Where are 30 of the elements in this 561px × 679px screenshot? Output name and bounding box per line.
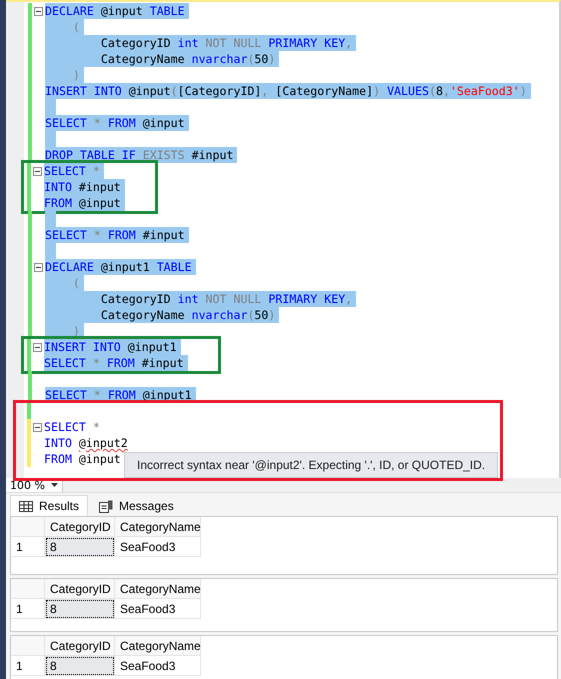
column-header[interactable]: CategoryName <box>115 579 201 599</box>
code-line: SELECT * <box>44 419 101 435</box>
table-cell[interactable]: SeaFood3 <box>115 599 201 619</box>
collapse-icon[interactable] <box>33 422 42 432</box>
column-header[interactable]: CategoryName <box>115 636 201 656</box>
collapse-icon[interactable] <box>33 342 42 352</box>
table-cell[interactable]: SeaFood3 <box>115 656 201 676</box>
code-line: INTO @input2 <box>44 435 129 451</box>
dropdown-arrow-icon <box>50 483 58 487</box>
grid-corner-cell[interactable] <box>11 636 45 656</box>
column-header[interactable]: CategoryName <box>115 517 201 537</box>
grid-corner-cell[interactable] <box>11 517 45 537</box>
column-header[interactable]: CategoryID <box>45 636 115 656</box>
results-tab[interactable]: Messages <box>90 495 183 516</box>
column-header[interactable]: CategoryID <box>45 517 115 537</box>
table-cell[interactable]: SeaFood3 <box>115 537 201 557</box>
grid-icon <box>19 500 33 512</box>
error-tooltip: Incorrect syntax near '@input2'. Expecting '.', ID, or QUOTED_ID. <box>124 452 498 478</box>
grid-corner-cell[interactable] <box>11 579 45 599</box>
document-icon <box>99 500 114 512</box>
collapse-icon[interactable] <box>33 166 42 176</box>
table-cell[interactable]: 8 <box>45 537 115 557</box>
table-cell[interactable]: 8 <box>45 656 115 676</box>
code-line: FROM @input <box>44 451 122 467</box>
collapse-icon[interactable] <box>34 6 43 16</box>
table-cell[interactable]: 8 <box>45 599 115 619</box>
results-tab[interactable]: Results <box>10 495 88 516</box>
code-editor[interactable] <box>6 0 561 478</box>
collapse-icon[interactable] <box>34 262 43 272</box>
column-header[interactable]: CategoryID <box>45 579 115 599</box>
